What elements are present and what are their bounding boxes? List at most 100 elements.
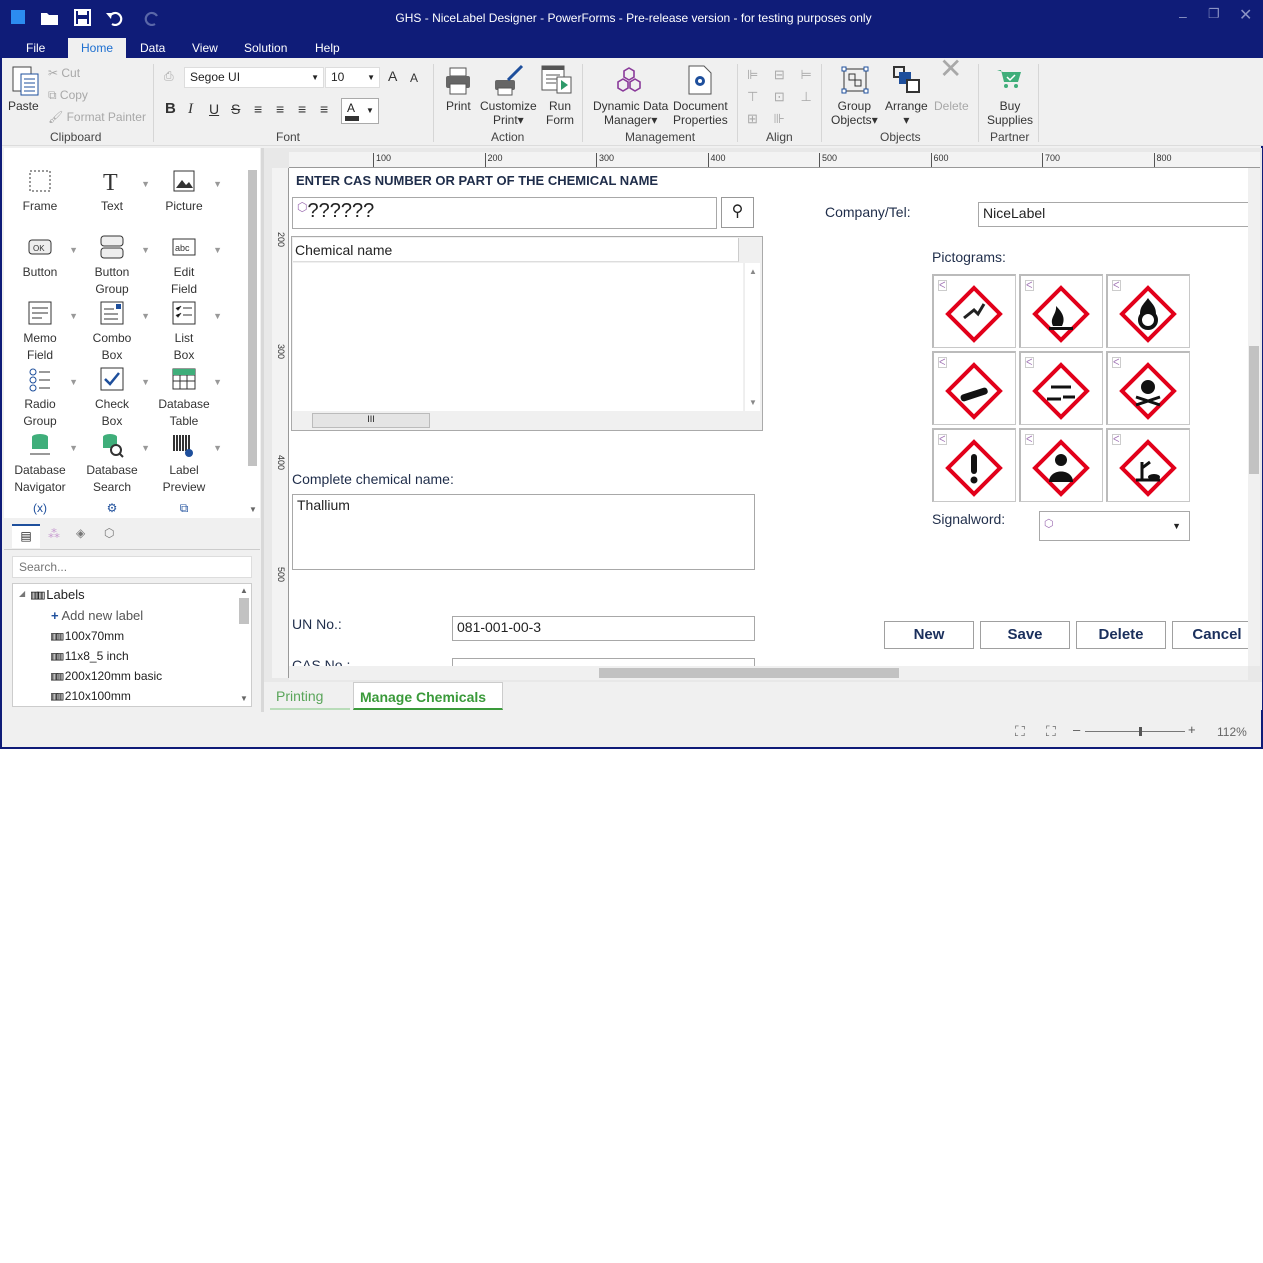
toolbox-item-partial[interactable]: (x): [4, 500, 76, 517]
scroll-down-arrow[interactable]: ▼: [249, 505, 257, 514]
align-buttons[interactable]: ⊫ ⊟ ⊨ ⊤ ⊡ ⊥ ⊞ ⊪: [747, 64, 818, 130]
scroll-down-arrow[interactable]: ▼: [240, 694, 248, 703]
company-field[interactable]: NiceLabel: [978, 202, 1248, 227]
tab-view[interactable]: View: [180, 38, 230, 58]
toolbox-item-database-navigator[interactable]: Database Navigator ▼: [4, 432, 78, 496]
tree-item-label[interactable]: ▥▥ 11x8_5 inch: [51, 649, 129, 663]
pictogram-exclamation[interactable]: ᐸ: [932, 428, 1016, 502]
pictogram-gas-cylinder[interactable]: ᐸ: [932, 351, 1016, 425]
italic-button[interactable]: I: [188, 102, 193, 117]
column-header-chemical-name[interactable]: Chemical name: [293, 238, 739, 262]
paste-button[interactable]: Paste: [8, 99, 39, 113]
toolbox-item-radio-group[interactable]: Radio Group ▼: [4, 366, 78, 430]
signalword-combo[interactable]: ⬡ ▼: [1039, 511, 1190, 541]
complete-name-field[interactable]: Thallium: [292, 494, 755, 570]
strikethrough-button[interactable]: S: [231, 102, 240, 116]
toolbox-item-check-box[interactable]: Check Box ▼: [76, 366, 150, 430]
justify-icon[interactable]: ≡: [320, 102, 328, 116]
bold-button[interactable]: B: [165, 101, 176, 116]
un-number-field[interactable]: 081-001-00-3: [452, 616, 755, 641]
font-color-button[interactable]: A ▼: [341, 98, 379, 124]
font-size-select[interactable]: 10 ▼: [325, 67, 380, 88]
toolbox-item-label-preview[interactable]: Label Preview ▼: [148, 432, 222, 496]
align-right-icon[interactable]: ≡: [298, 102, 306, 116]
print-button[interactable]: Print: [446, 99, 471, 113]
print-icon[interactable]: [444, 66, 472, 96]
pictogram-corrosive[interactable]: ᐸ: [1019, 351, 1103, 425]
toolbox-item-database-search[interactable]: Database Search ▼: [76, 432, 150, 496]
labels-tab-icon[interactable]: ▤: [12, 524, 40, 548]
toolbox-scrollbar[interactable]: [248, 170, 257, 466]
chevron-down-icon[interactable]: ▼: [213, 374, 222, 391]
run-form-icon[interactable]: [541, 65, 573, 95]
toolbox-item-text[interactable]: T Text ▼: [76, 168, 150, 215]
delete-button[interactable]: Delete: [934, 99, 969, 113]
chevron-down-icon[interactable]: ▼: [213, 242, 222, 259]
cas-number-field[interactable]: [452, 658, 755, 666]
tree-item-label[interactable]: ▥▥ 100x70mm: [51, 629, 124, 643]
toolbox-item-partial[interactable]: ⚙: [76, 500, 148, 517]
save-button[interactable]: Save: [980, 621, 1070, 649]
group-objects-button[interactable]: Group Objects▾: [831, 99, 878, 127]
add-new-label[interactable]: + Add new label: [51, 608, 143, 623]
arrange-button[interactable]: Arrange ▾: [885, 99, 928, 127]
toolbox-item-edit-field[interactable]: abc Edit Field ▼: [148, 234, 222, 298]
layers-tab-icon[interactable]: ◈: [76, 526, 85, 540]
customize-print-icon[interactable]: [492, 64, 524, 96]
underline-button[interactable]: U: [209, 102, 219, 116]
group-objects-icon[interactable]: [841, 66, 869, 94]
toolbox-item-picture[interactable]: Picture ▼: [148, 168, 222, 215]
toolbox-item-memo-field[interactable]: Memo Field ▼: [4, 300, 78, 364]
scrollbar-thumb[interactable]: [1249, 346, 1259, 474]
chevron-down-icon[interactable]: ▼: [213, 176, 222, 193]
chevron-down-icon[interactable]: ▼: [213, 440, 222, 457]
cut-button[interactable]: ✂ Cut: [48, 66, 80, 80]
align-left-icon[interactable]: ≡: [254, 102, 262, 116]
objects-tab-icon[interactable]: ⬡: [104, 526, 114, 540]
minimize-button[interactable]: –: [1179, 8, 1187, 24]
run-form-button[interactable]: Run Form: [546, 99, 574, 127]
tab-file[interactable]: File: [14, 38, 57, 58]
tab-solution[interactable]: Solution: [232, 38, 299, 58]
customize-print-button[interactable]: Customize Print▾: [480, 99, 537, 127]
buy-supplies-button[interactable]: Buy Supplies: [987, 99, 1033, 127]
toolbox-item-database-table[interactable]: Database Table ▼: [148, 366, 222, 430]
zoom-slider-thumb[interactable]: [1138, 727, 1142, 736]
dynamic-data-manager-icon[interactable]: [614, 66, 644, 94]
canvas-horizontal-scrollbar[interactable]: [289, 666, 1248, 680]
toolbox-item-frame[interactable]: Frame: [4, 168, 76, 215]
delete-button[interactable]: Delete: [1076, 621, 1166, 649]
cancel-button[interactable]: Cancel: [1172, 621, 1248, 649]
grow-font-button[interactable]: A: [388, 69, 397, 83]
search-button[interactable]: ⚲: [721, 197, 754, 228]
chemical-list-box[interactable]: Chemical name ▲ ▼ III: [291, 236, 763, 431]
pictogram-flammable[interactable]: ᐸ: [1019, 274, 1103, 348]
tree-item-label[interactable]: ▥▥ 200x120mm basic: [51, 669, 162, 683]
zoom-in-button[interactable]: +: [1188, 722, 1196, 737]
list-horizontal-scrollbar-thumb[interactable]: III: [312, 413, 430, 428]
fit-objects-icon[interactable]: ⛶: [1046, 723, 1056, 740]
font-family-select[interactable]: Segoe UI ▼: [184, 67, 324, 88]
pictogram-health-hazard[interactable]: ᐸ: [1019, 428, 1103, 502]
tree-scrollbar[interactable]: [239, 598, 249, 624]
tab-manage-chemicals[interactable]: Manage Chemicals: [353, 682, 503, 710]
fit-page-icon[interactable]: ⛶: [1015, 723, 1025, 740]
shopping-cart-icon[interactable]: [996, 68, 1022, 90]
toolbox-item-combo-box[interactable]: Combo Box ▼: [76, 300, 150, 364]
clear-format-icon[interactable]: ⎙: [164, 69, 174, 83]
document-properties-icon[interactable]: [688, 65, 712, 95]
tab-data[interactable]: Data: [128, 38, 177, 58]
pictogram-explosive[interactable]: ᐸ: [932, 274, 1016, 348]
canvas-vertical-scrollbar[interactable]: [1248, 168, 1260, 666]
tab-home[interactable]: Home: [68, 38, 127, 58]
shrink-font-button[interactable]: A: [410, 71, 418, 85]
format-painter-button[interactable]: 🖌 Format Painter: [48, 110, 146, 124]
cas-search-input[interactable]: ⬡??????: [292, 197, 717, 229]
align-center-icon[interactable]: ≡: [276, 102, 284, 116]
explorer-search-input[interactable]: [12, 556, 252, 578]
zoom-slider[interactable]: [1085, 731, 1185, 732]
toolbox-item-button-group[interactable]: Button Group ▼: [76, 234, 150, 298]
list-vertical-scrollbar[interactable]: ▲ ▼: [744, 263, 760, 411]
close-button[interactable]: ✕: [1239, 5, 1252, 25]
copy-button[interactable]: ⧉ Copy: [48, 88, 88, 102]
